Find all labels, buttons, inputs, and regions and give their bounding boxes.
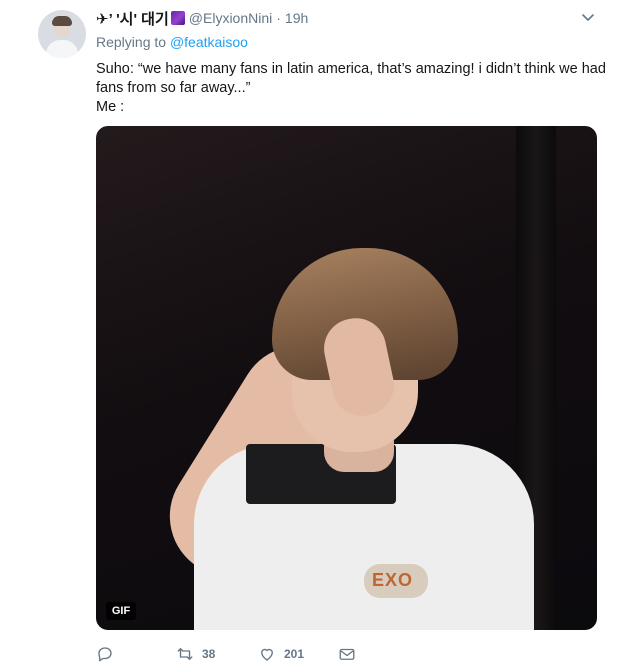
galaxy-emoji-icon — [170, 11, 185, 25]
avatar-hair — [52, 16, 72, 26]
tweet-text-line-1: Suho: “we have many fans in latin americ… — [96, 61, 606, 77]
reply-action[interactable] — [96, 642, 122, 666]
heart-icon — [261, 648, 273, 661]
tweet-timestamp[interactable]: 19h — [285, 10, 308, 26]
retweet-count: 38 — [202, 647, 216, 661]
replying-to: Replying to @featkaisoo — [96, 34, 248, 50]
like-count: 201 — [284, 647, 305, 661]
tweet-text-line-2: fans from so far away...” — [96, 80, 251, 96]
tweet-text: Suho: “we have many fans in latin americ… — [96, 60, 606, 117]
tweet-text-line-3: Me : — [96, 99, 125, 115]
chevron-down-icon[interactable] — [582, 14, 594, 22]
avatar[interactable] — [38, 10, 86, 58]
reply-icon — [98, 647, 112, 662]
like-action[interactable]: 201 — [258, 642, 304, 666]
user-handle[interactable]: @ElyxionNini — [189, 10, 272, 26]
tweet-actions: 38 201 — [96, 642, 376, 666]
avatar-shirt — [46, 40, 78, 58]
exo-logo-text: EXO — [372, 570, 414, 590]
separator-dot: · — [276, 10, 281, 26]
direct-message-action[interactable] — [338, 642, 364, 666]
gif-badge: GIF — [106, 602, 136, 620]
envelope-icon — [339, 648, 355, 660]
retweet-action[interactable]: 38 — [176, 642, 215, 666]
tweet-header: ✈’ '시' 대기 @ElyxionNini · 19h — [96, 8, 308, 28]
replying-to-user-link[interactable]: @featkaisoo — [170, 34, 248, 50]
retweet-icon — [177, 648, 193, 660]
replying-to-prefix: Replying to — [96, 34, 167, 50]
gif-media[interactable]: EXO GIF — [96, 126, 597, 630]
exo-logo: EXO — [364, 564, 428, 598]
display-name[interactable]: ✈’ '시' 대기 — [96, 8, 169, 29]
tweet: ✈’ '시' 대기 @ElyxionNini · 19h Replying to… — [0, 0, 629, 670]
